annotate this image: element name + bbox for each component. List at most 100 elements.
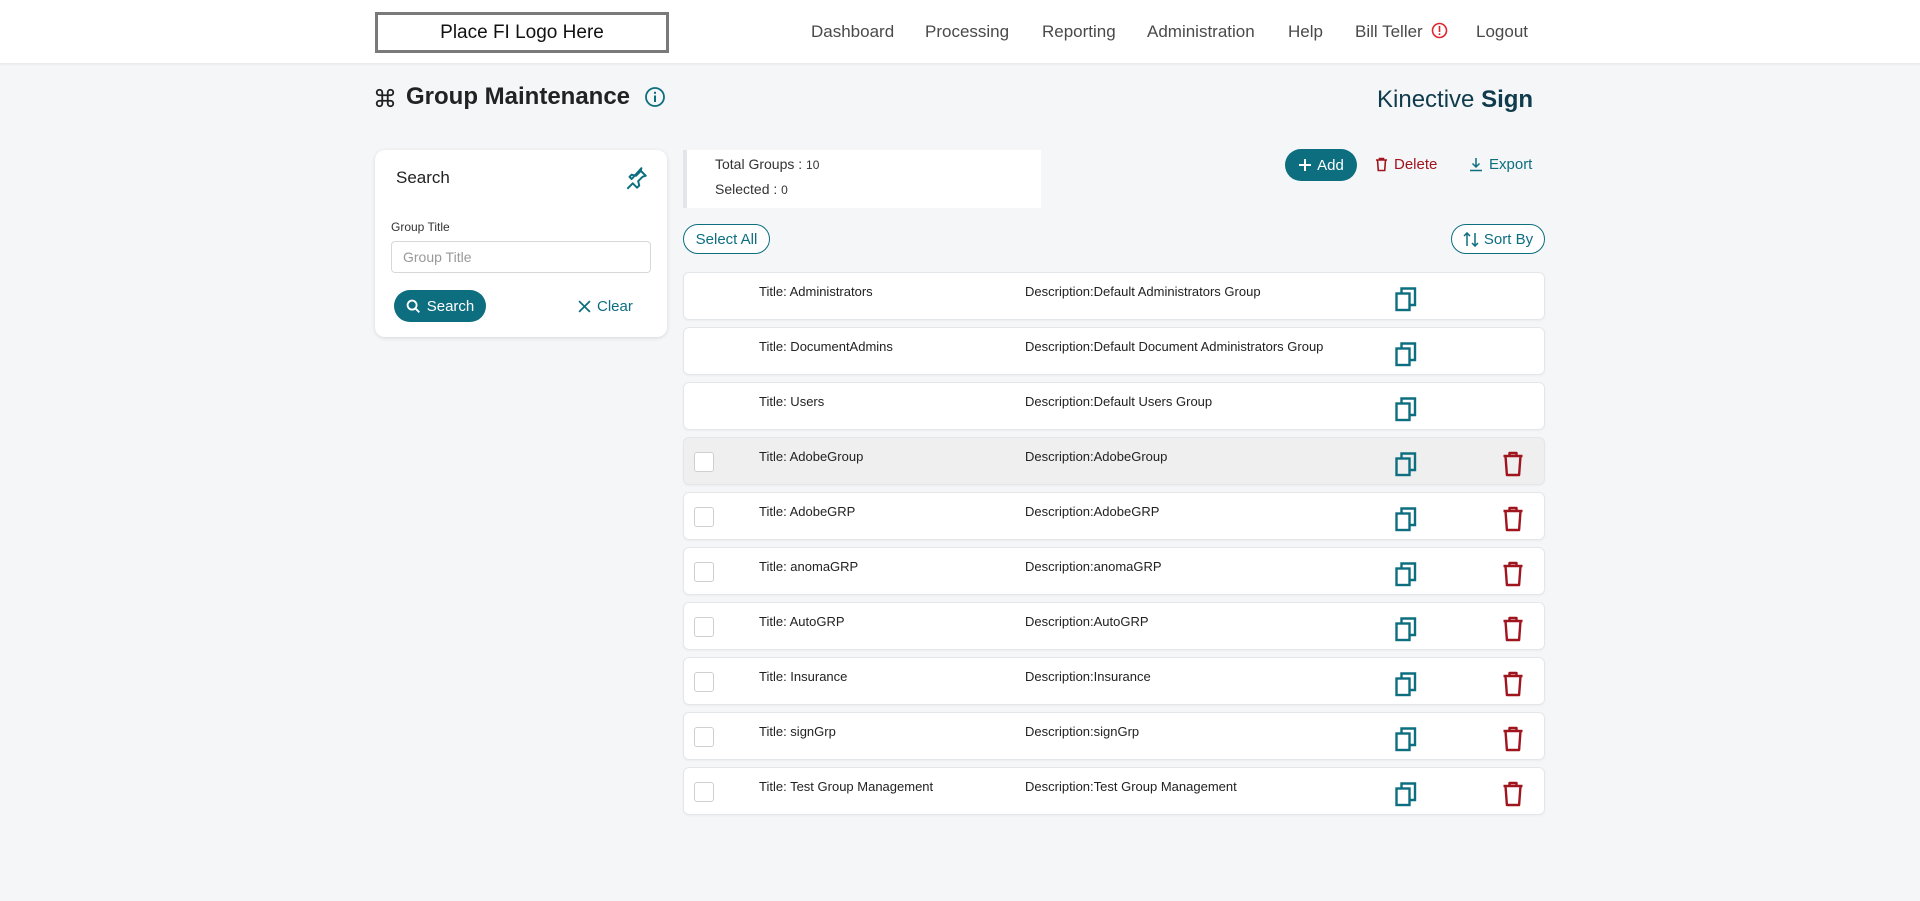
group-title: Title: DocumentAdmins bbox=[759, 339, 893, 354]
group-title: Title: AdobeGroup bbox=[759, 449, 864, 464]
sort-icon bbox=[1463, 231, 1479, 247]
group-title: Title: Administrators bbox=[759, 284, 873, 299]
clear-button-label: Clear bbox=[597, 297, 633, 315]
warning-icon bbox=[1432, 22, 1448, 39]
copy-icon[interactable] bbox=[1394, 726, 1418, 752]
group-description: Description:signGrp bbox=[1025, 724, 1140, 739]
select-all-label: Select All bbox=[695, 230, 758, 248]
trash-icon[interactable] bbox=[1502, 506, 1524, 532]
brand-light: Kinective bbox=[1377, 86, 1482, 113]
nav-logout[interactable]: Logout bbox=[1476, 22, 1528, 42]
search-button-label: Search bbox=[426, 297, 475, 315]
nav-reporting[interactable]: Reporting bbox=[1042, 22, 1116, 42]
table-row[interactable]: Title: Test Group Management Description:… bbox=[683, 767, 1545, 815]
nav-administration[interactable]: Administration bbox=[1147, 22, 1255, 42]
top-navbar: Place FI Logo Here Dashboard Processing … bbox=[0, 0, 1920, 63]
trash-icon bbox=[1376, 157, 1387, 172]
search-icon bbox=[406, 299, 420, 313]
table-row[interactable]: Title: Administrators Description:Default… bbox=[683, 272, 1545, 320]
table-row[interactable]: Title: Users Description:Default Users Gr… bbox=[683, 382, 1545, 430]
group-title: Title: anomaGRP bbox=[759, 559, 859, 574]
product-brand: Kinective Sign bbox=[1377, 86, 1533, 114]
group-description: Description:anomaGRP bbox=[1025, 559, 1162, 574]
user-name: Bill Teller bbox=[1355, 22, 1423, 41]
copy-icon[interactable] bbox=[1394, 451, 1418, 477]
group-title: Title: AutoGRP bbox=[759, 614, 845, 629]
delete-button[interactable]: Delete bbox=[1375, 156, 1437, 173]
copy-icon[interactable] bbox=[1394, 781, 1418, 807]
trash-icon[interactable] bbox=[1502, 451, 1524, 477]
group-description: Description:AdobeGroup bbox=[1025, 449, 1168, 464]
group-description: Description:AdobeGRP bbox=[1025, 504, 1160, 519]
selected-count: Selected : 0 bbox=[715, 181, 788, 197]
row-checkbox[interactable] bbox=[694, 672, 714, 692]
copy-icon[interactable] bbox=[1394, 506, 1418, 532]
pin-icon[interactable] bbox=[623, 166, 649, 192]
table-row[interactable]: Title: AdobeGroup Description:AdobeGroup bbox=[683, 437, 1545, 485]
group-description: Description:Default Administrators Group bbox=[1025, 284, 1261, 299]
export-button-label: Export bbox=[1489, 156, 1533, 173]
sort-by-button[interactable]: Sort By bbox=[1451, 224, 1545, 254]
group-description: Description:Default Document Administrat… bbox=[1025, 339, 1324, 354]
trash-icon[interactable] bbox=[1502, 726, 1524, 752]
group-description: Description:Insurance bbox=[1025, 669, 1151, 684]
export-button[interactable]: Export bbox=[1469, 156, 1532, 173]
row-checkbox[interactable] bbox=[694, 452, 714, 472]
row-checkbox[interactable] bbox=[694, 782, 714, 802]
row-checkbox[interactable] bbox=[694, 507, 714, 527]
row-checkbox[interactable] bbox=[694, 727, 714, 747]
add-button-label: Add bbox=[1317, 156, 1344, 174]
copy-icon[interactable] bbox=[1394, 396, 1418, 422]
clear-button[interactable]: Clear bbox=[578, 290, 633, 322]
close-icon bbox=[578, 299, 591, 313]
nav-user-menu[interactable]: Bill Teller bbox=[1355, 22, 1448, 42]
total-groups: Total Groups : 10 bbox=[715, 156, 819, 172]
copy-icon[interactable] bbox=[1394, 671, 1418, 697]
selected-label: Selected : bbox=[715, 181, 782, 197]
trash-icon[interactable] bbox=[1502, 561, 1524, 587]
table-row[interactable]: Title: signGrp Description:signGrp bbox=[683, 712, 1545, 760]
search-panel-title: Search bbox=[396, 168, 450, 187]
select-all-button[interactable]: Select All bbox=[683, 224, 770, 254]
totals-summary: Total Groups : 10 Selected : 0 bbox=[683, 150, 1041, 208]
group-title: Title: Test Group Management bbox=[759, 779, 934, 794]
copy-icon[interactable] bbox=[1394, 341, 1418, 367]
nav-processing[interactable]: Processing bbox=[925, 22, 1009, 42]
page-title: Group Maintenance bbox=[406, 83, 631, 110]
group-title-input[interactable] bbox=[391, 241, 651, 273]
trash-icon[interactable] bbox=[1502, 616, 1524, 642]
group-title: Title: AdobeGRP bbox=[759, 504, 856, 519]
plus-icon bbox=[1299, 159, 1312, 171]
download-icon bbox=[1470, 158, 1482, 172]
trash-icon[interactable] bbox=[1502, 781, 1524, 807]
table-row[interactable]: Title: DocumentAdmins Description:Default… bbox=[683, 327, 1545, 375]
table-row[interactable]: Title: Insurance Description:Insurance bbox=[683, 657, 1545, 705]
nav-dashboard[interactable]: Dashboard bbox=[811, 22, 894, 42]
table-row[interactable]: Title: anomaGRP Description:anomaGRP bbox=[683, 547, 1545, 595]
row-checkbox[interactable] bbox=[694, 617, 714, 637]
row-checkbox[interactable] bbox=[694, 562, 714, 582]
group-title: Title: Insurance bbox=[759, 669, 848, 684]
search-panel: Search Group Title Search Clear bbox=[375, 150, 667, 337]
table-row[interactable]: Title: AutoGRP Description:AutoGRP bbox=[683, 602, 1545, 650]
info-icon[interactable] bbox=[644, 86, 666, 108]
table-row[interactable]: Title: AdobeGRP Description:AdobeGRP bbox=[683, 492, 1545, 540]
nav-help[interactable]: Help bbox=[1288, 22, 1323, 42]
brand-bold: Sign bbox=[1481, 86, 1534, 113]
copy-icon[interactable] bbox=[1394, 616, 1418, 642]
command-icon bbox=[375, 88, 395, 108]
fi-logo-placeholder[interactable]: Place FI Logo Here bbox=[375, 12, 669, 53]
total-groups-value: 10 bbox=[806, 158, 820, 172]
selected-value: 0 bbox=[781, 183, 788, 197]
total-groups-label: Total Groups : bbox=[715, 156, 807, 172]
copy-icon[interactable] bbox=[1394, 561, 1418, 587]
add-button[interactable]: Add bbox=[1285, 149, 1357, 181]
group-title: Title: Users bbox=[759, 394, 825, 409]
copy-icon[interactable] bbox=[1394, 286, 1418, 312]
group-description: Description:Default Users Group bbox=[1025, 394, 1213, 409]
group-title: Title: signGrp bbox=[759, 724, 836, 739]
search-button[interactable]: Search bbox=[394, 290, 486, 322]
trash-icon[interactable] bbox=[1502, 671, 1524, 697]
group-description: Description:Test Group Management bbox=[1025, 779, 1237, 794]
delete-button-label: Delete bbox=[1394, 156, 1438, 173]
